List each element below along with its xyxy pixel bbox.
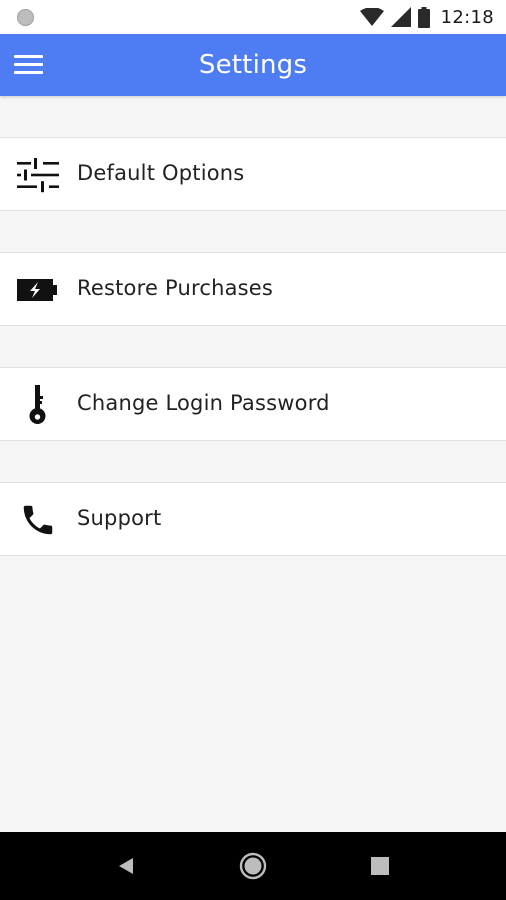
battery-charging-icon bbox=[17, 271, 59, 309]
status-clock: 12:18 bbox=[440, 6, 494, 28]
status-bar: 12:18 bbox=[0, 0, 506, 34]
settings-item-change-login-password[interactable]: Change Login Password bbox=[0, 367, 506, 441]
status-icons: 12:18 bbox=[359, 5, 494, 29]
back-icon[interactable] bbox=[110, 850, 142, 882]
wifi-icon bbox=[359, 8, 384, 26]
home-icon[interactable] bbox=[237, 850, 269, 882]
notification-dot-icon bbox=[17, 9, 34, 26]
settings-item-label: Restore Purchases bbox=[77, 276, 274, 300]
key-icon bbox=[17, 385, 59, 424]
app-bar: Settings bbox=[0, 34, 506, 96]
signal-icon bbox=[390, 7, 411, 27]
battery-icon bbox=[417, 6, 430, 28]
settings-item-label: Change Login Password bbox=[77, 391, 330, 415]
recents-icon[interactable] bbox=[364, 850, 396, 882]
settings-item-label: Default Options bbox=[77, 161, 245, 185]
settings-item-label: Support bbox=[77, 506, 162, 530]
sliders-icon bbox=[17, 156, 59, 194]
page-title: Settings bbox=[198, 50, 308, 80]
navigation-bar bbox=[0, 832, 506, 900]
settings-item-support[interactable]: Support bbox=[0, 482, 506, 556]
phone-icon bbox=[17, 501, 59, 539]
settings-item-restore-purchases[interactable]: Restore Purchases bbox=[0, 252, 506, 326]
settings-item-default-options[interactable]: Default Options bbox=[0, 137, 506, 211]
